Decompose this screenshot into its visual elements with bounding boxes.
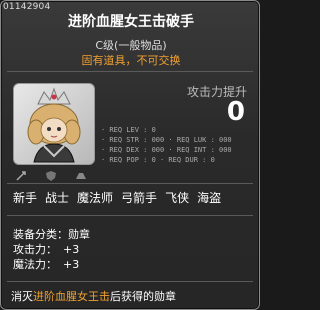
req-row: · REQ DEX : 000 · REQ INT : 000 <box>101 146 232 154</box>
stat-magic: 魔法力： +3 <box>13 258 80 271</box>
job-warrior: 战士 <box>45 191 70 205</box>
job-magician: 魔法师 <box>77 191 114 205</box>
item-description: 消灭进阶血腥女王击后获得的勋章 <box>11 290 176 303</box>
requirements: · REQ LEV : 0 · REQ STR : 000 · REQ LUK … <box>101 125 251 165</box>
divider <box>7 215 253 216</box>
req-row: · REQ STR : 000 · REQ LUK : 000 <box>101 136 232 144</box>
divider <box>7 71 253 72</box>
shield-icon <box>45 170 71 182</box>
item-tooltip: 01142904 进阶血腥女王击破手 C级(一般物品) 固有道具，不可交换 攻击… <box>0 0 260 310</box>
divider <box>7 183 253 184</box>
job-thief: 飞侠 <box>165 191 190 205</box>
job-list: 新手 战士 魔法师 弓箭手 飞侠 海盗 <box>13 189 229 206</box>
divider <box>7 281 253 282</box>
item-tag: 固有道具，不可交换 <box>81 54 181 67</box>
sword-icon <box>15 170 41 182</box>
stat-category: 装备分类：勋章 <box>13 228 90 241</box>
req-row: · REQ LEV : 0 <box>101 126 156 134</box>
small-icons <box>15 170 101 182</box>
job-bowman: 弓箭手 <box>121 191 158 205</box>
bloody-queen-icon <box>13 83 95 165</box>
attack-increase-value: 0 <box>226 97 245 127</box>
stat-attack: 攻击力： +3 <box>13 243 80 256</box>
item-stats: 装备分类：勋章 攻击力： +3 魔法力： +3 <box>13 227 90 272</box>
hat-icon <box>75 170 101 182</box>
description-highlight: 进阶血腥女王击 <box>33 290 110 303</box>
job-beginner: 新手 <box>13 191 38 205</box>
item-title: 进阶血腥女王击破手 <box>68 14 194 30</box>
item-grade: C级(一般物品) <box>95 39 167 52</box>
job-pirate: 海盗 <box>197 191 222 205</box>
req-row: · REQ POP : 0 · REQ DUR : 0 <box>101 156 215 164</box>
